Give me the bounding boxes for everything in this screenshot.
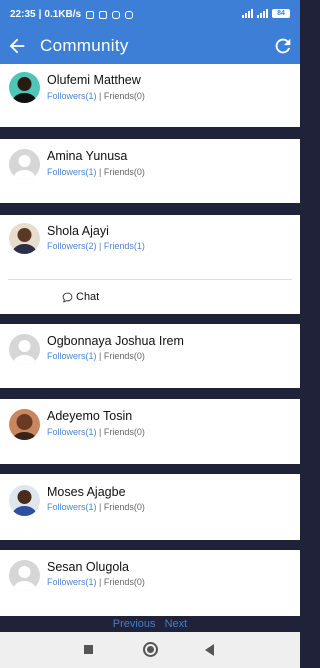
user-stats: Followers(1) | Friends(0) bbox=[47, 502, 145, 512]
previous-button[interactable]: Previous bbox=[113, 618, 156, 630]
friends-count: Friends(0) bbox=[103, 427, 145, 437]
recents-icon[interactable] bbox=[84, 645, 93, 654]
avatar bbox=[9, 223, 40, 254]
list-item[interactable]: Amina Yunusa Followers(1) | Friends(0) bbox=[0, 139, 300, 203]
list-item[interactable]: Adeyemo Tosin Followers(1) | Friends(0) bbox=[0, 399, 300, 464]
followers-link[interactable]: Followers(1) bbox=[47, 91, 97, 101]
arrow-back-icon[interactable] bbox=[6, 35, 28, 57]
user-stats: Followers(2) | Friends(1) bbox=[47, 241, 145, 251]
system-navigation-bar bbox=[0, 632, 300, 668]
list-item[interactable]: Ogbonnaya Joshua Irem Followers(1) | Fri… bbox=[0, 324, 300, 388]
signal-icon bbox=[242, 9, 253, 18]
instagram-icon bbox=[125, 10, 134, 19]
user-stats: Followers(1) | Friends(0) bbox=[47, 351, 145, 361]
followers-link[interactable]: Followers(1) bbox=[47, 577, 97, 587]
user-name[interactable]: Ogbonnaya Joshua Irem bbox=[47, 334, 184, 348]
status-bar: 22:35 | 0.1KB/s 84 bbox=[0, 0, 300, 28]
default-avatar-icon bbox=[9, 334, 40, 365]
status-bar-right: 84 bbox=[242, 9, 290, 18]
notification-icon bbox=[99, 10, 108, 19]
list-item[interactable]: Shola Ajayi Followers(2) | Friends(1) Ch… bbox=[0, 215, 300, 314]
list-item[interactable]: Sesan Olugola Followers(1) | Friends(0) bbox=[0, 550, 300, 616]
list-item[interactable]: Moses Ajagbe Followers(1) | Friends(0) bbox=[0, 474, 300, 540]
chat-button[interactable]: Chat bbox=[62, 291, 99, 303]
followers-link[interactable]: Followers(1) bbox=[47, 502, 97, 512]
followers-link[interactable]: Followers(1) bbox=[47, 427, 97, 437]
avatar bbox=[9, 409, 40, 440]
avatar bbox=[9, 72, 40, 103]
friends-count: Friends(0) bbox=[103, 577, 145, 587]
user-name[interactable]: Moses Ajagbe bbox=[47, 485, 126, 499]
battery-icon: 84 bbox=[272, 9, 290, 18]
back-triangle-icon[interactable] bbox=[205, 644, 214, 656]
friends-count: Friends(0) bbox=[103, 91, 145, 101]
user-stats: Followers(1) | Friends(0) bbox=[47, 577, 145, 587]
signal-icon bbox=[257, 9, 268, 18]
divider bbox=[8, 279, 292, 280]
user-name[interactable]: Sesan Olugola bbox=[47, 560, 129, 574]
list-item[interactable]: Olufemi Matthew Followers(1) | Friends(0… bbox=[0, 64, 300, 127]
followers-link[interactable]: Followers(1) bbox=[47, 167, 97, 177]
user-name[interactable]: Olufemi Matthew bbox=[47, 73, 141, 87]
notification-icon bbox=[86, 10, 95, 19]
friends-link[interactable]: Friends(1) bbox=[104, 241, 145, 251]
default-avatar-icon bbox=[9, 149, 40, 180]
app-bar: Community bbox=[0, 28, 300, 64]
user-stats: Followers(1) | Friends(0) bbox=[47, 427, 145, 437]
page-title: Community bbox=[40, 36, 129, 55]
home-icon[interactable] bbox=[143, 642, 158, 657]
default-avatar-icon bbox=[9, 560, 40, 591]
chat-label: Chat bbox=[76, 291, 100, 303]
followers-link[interactable]: Followers(2) bbox=[47, 241, 97, 251]
status-network-speed: 0.1KB/s bbox=[44, 9, 82, 20]
followers-link[interactable]: Followers(1) bbox=[47, 351, 97, 361]
chat-bubble-icon bbox=[62, 292, 73, 303]
friends-count: Friends(0) bbox=[103, 351, 145, 361]
refresh-icon[interactable] bbox=[272, 35, 294, 57]
friends-count: Friends(0) bbox=[103, 502, 145, 512]
next-button[interactable]: Next bbox=[165, 618, 188, 630]
user-name[interactable]: Amina Yunusa bbox=[47, 149, 127, 163]
status-bar-left: 22:35 | 0.1KB/s bbox=[10, 9, 134, 20]
user-stats: Followers(1) | Friends(0) bbox=[47, 167, 145, 177]
instagram-icon bbox=[112, 10, 121, 19]
user-name[interactable]: Shola Ajayi bbox=[47, 224, 109, 238]
avatar bbox=[9, 485, 40, 516]
pagination: Previous Next bbox=[0, 618, 300, 632]
user-name[interactable]: Adeyemo Tosin bbox=[47, 409, 132, 423]
user-stats: Followers(1) | Friends(0) bbox=[47, 91, 145, 101]
status-time: 22:35 bbox=[10, 9, 36, 20]
friends-count: Friends(0) bbox=[103, 167, 145, 177]
